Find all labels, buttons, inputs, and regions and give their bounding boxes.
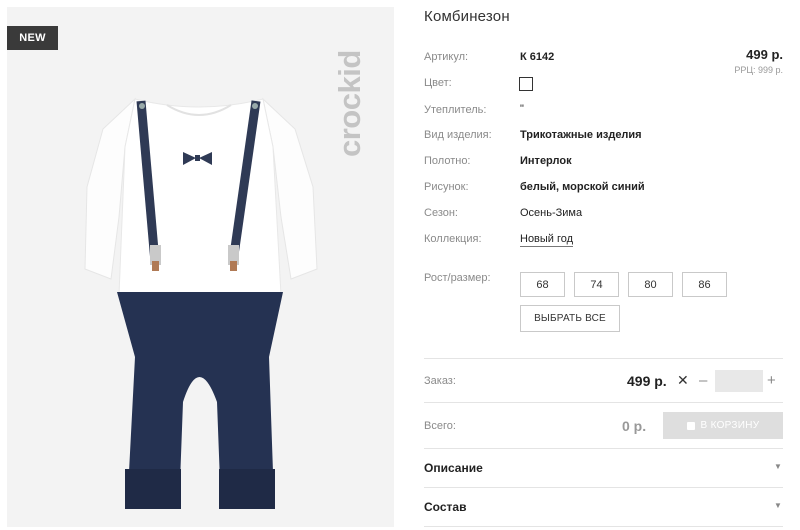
color-swatch[interactable] (519, 77, 533, 91)
add-to-cart-button[interactable]: В КОРЗИНУ (663, 412, 783, 439)
product-photo[interactable]: NEW crockid (7, 7, 394, 527)
size-option-86[interactable]: 86 (682, 272, 727, 297)
quantity-input[interactable] (715, 370, 763, 392)
size-option-80[interactable]: 80 (628, 272, 673, 297)
divider (424, 487, 783, 488)
brand-logo: crockid (332, 50, 367, 157)
spec-value-season: Осень-Зима (520, 207, 583, 219)
select-all-button[interactable]: ВЫБРАТЬ ВСЕ (520, 305, 620, 332)
spec-label-insulation: Утеплитель: (424, 104, 487, 116)
spec-label-pattern: Рисунок: (424, 181, 469, 193)
price: 499 р. (746, 47, 783, 62)
spec-label-fabric: Полотно: (424, 155, 471, 167)
chevron-down-icon[interactable]: ▼ (774, 462, 782, 471)
new-badge: NEW (7, 26, 58, 50)
spec-value-pattern: белый, морской синий (520, 181, 645, 193)
spec-label-season: Сезон: (424, 207, 458, 219)
spec-label-color: Цвет: (424, 77, 452, 89)
spec-label-article: Артикул: (424, 51, 469, 63)
size-option-68[interactable]: 68 (520, 272, 565, 297)
close-icon: ✕ (677, 372, 689, 388)
divider (424, 402, 783, 403)
accordion-description[interactable]: Описание (424, 461, 483, 475)
spec-value-article: К 6142 (520, 51, 555, 63)
divider (424, 358, 783, 359)
collection-link[interactable]: Новый год (520, 233, 574, 247)
total-label: Всего: (424, 420, 456, 432)
cart-icon (686, 421, 695, 430)
quantity-increment-button[interactable]: + (767, 372, 776, 389)
size-label: Рост/размер: (424, 272, 491, 284)
divider (424, 526, 783, 527)
quantity-decrement-button[interactable]: – (699, 372, 707, 389)
chevron-down-icon[interactable]: ▼ (774, 501, 782, 510)
rrp-price: РРЦ: 999 р. (734, 65, 783, 75)
spec-label-type: Вид изделия: (424, 129, 492, 141)
spec-value-type: Трикотажные изделия (520, 129, 642, 141)
order-label: Заказ: (424, 375, 456, 387)
order-price: 499 р. (627, 373, 667, 389)
spec-value-fabric: Интерлок (520, 155, 572, 167)
spec-value-insulation: " (520, 103, 524, 115)
size-option-74[interactable]: 74 (574, 272, 619, 297)
divider (424, 448, 783, 449)
product-title: Комбинезон (424, 8, 510, 25)
add-to-cart-label: В КОРЗИНУ (700, 420, 760, 431)
total-value: 0 р. (622, 418, 647, 434)
spec-label-collection: Коллекция: (424, 233, 482, 245)
accordion-composition[interactable]: Состав (424, 500, 466, 514)
